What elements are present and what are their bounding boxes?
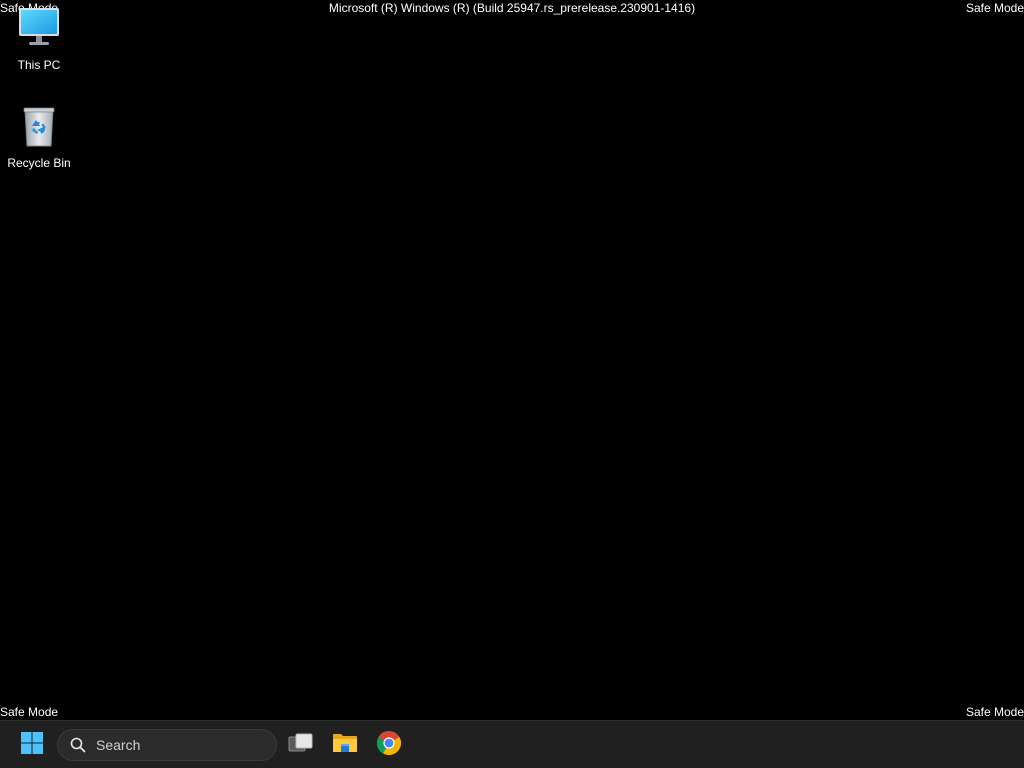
start-button[interactable] bbox=[12, 725, 52, 765]
windows-logo-icon bbox=[20, 731, 44, 760]
taskbar-search-box[interactable]: Search bbox=[57, 729, 277, 761]
search-icon bbox=[68, 735, 88, 755]
build-info-watermark: Microsoft (R) Windows (R) (Build 25947.r… bbox=[328, 1, 696, 15]
desktop-icon-label: This PC bbox=[17, 58, 61, 72]
task-view-button[interactable] bbox=[281, 725, 321, 765]
folder-icon bbox=[332, 732, 358, 759]
desktop-icon-this-pc[interactable]: This PC bbox=[1, 4, 77, 72]
desktop-icon-label: Recycle Bin bbox=[7, 156, 71, 170]
search-placeholder: Search bbox=[96, 737, 141, 753]
chrome-icon bbox=[376, 730, 402, 761]
recycle-bin-icon bbox=[15, 102, 63, 150]
monitor-icon bbox=[15, 4, 63, 52]
task-view-icon bbox=[288, 732, 314, 759]
chrome-button[interactable] bbox=[369, 725, 409, 765]
safe-mode-label-bottom-right: Safe Mode bbox=[965, 705, 1024, 719]
safe-mode-label-top-right: Safe Mode bbox=[965, 1, 1024, 15]
safe-mode-label-bottom-left: Safe Mode bbox=[0, 705, 59, 719]
desktop-icon-recycle-bin[interactable]: Recycle Bin bbox=[1, 102, 77, 170]
desktop: Safe Mode Microsoft (R) Windows (R) (Bui… bbox=[0, 0, 1024, 720]
file-explorer-button[interactable] bbox=[325, 725, 365, 765]
taskbar: Search bbox=[0, 720, 1024, 768]
